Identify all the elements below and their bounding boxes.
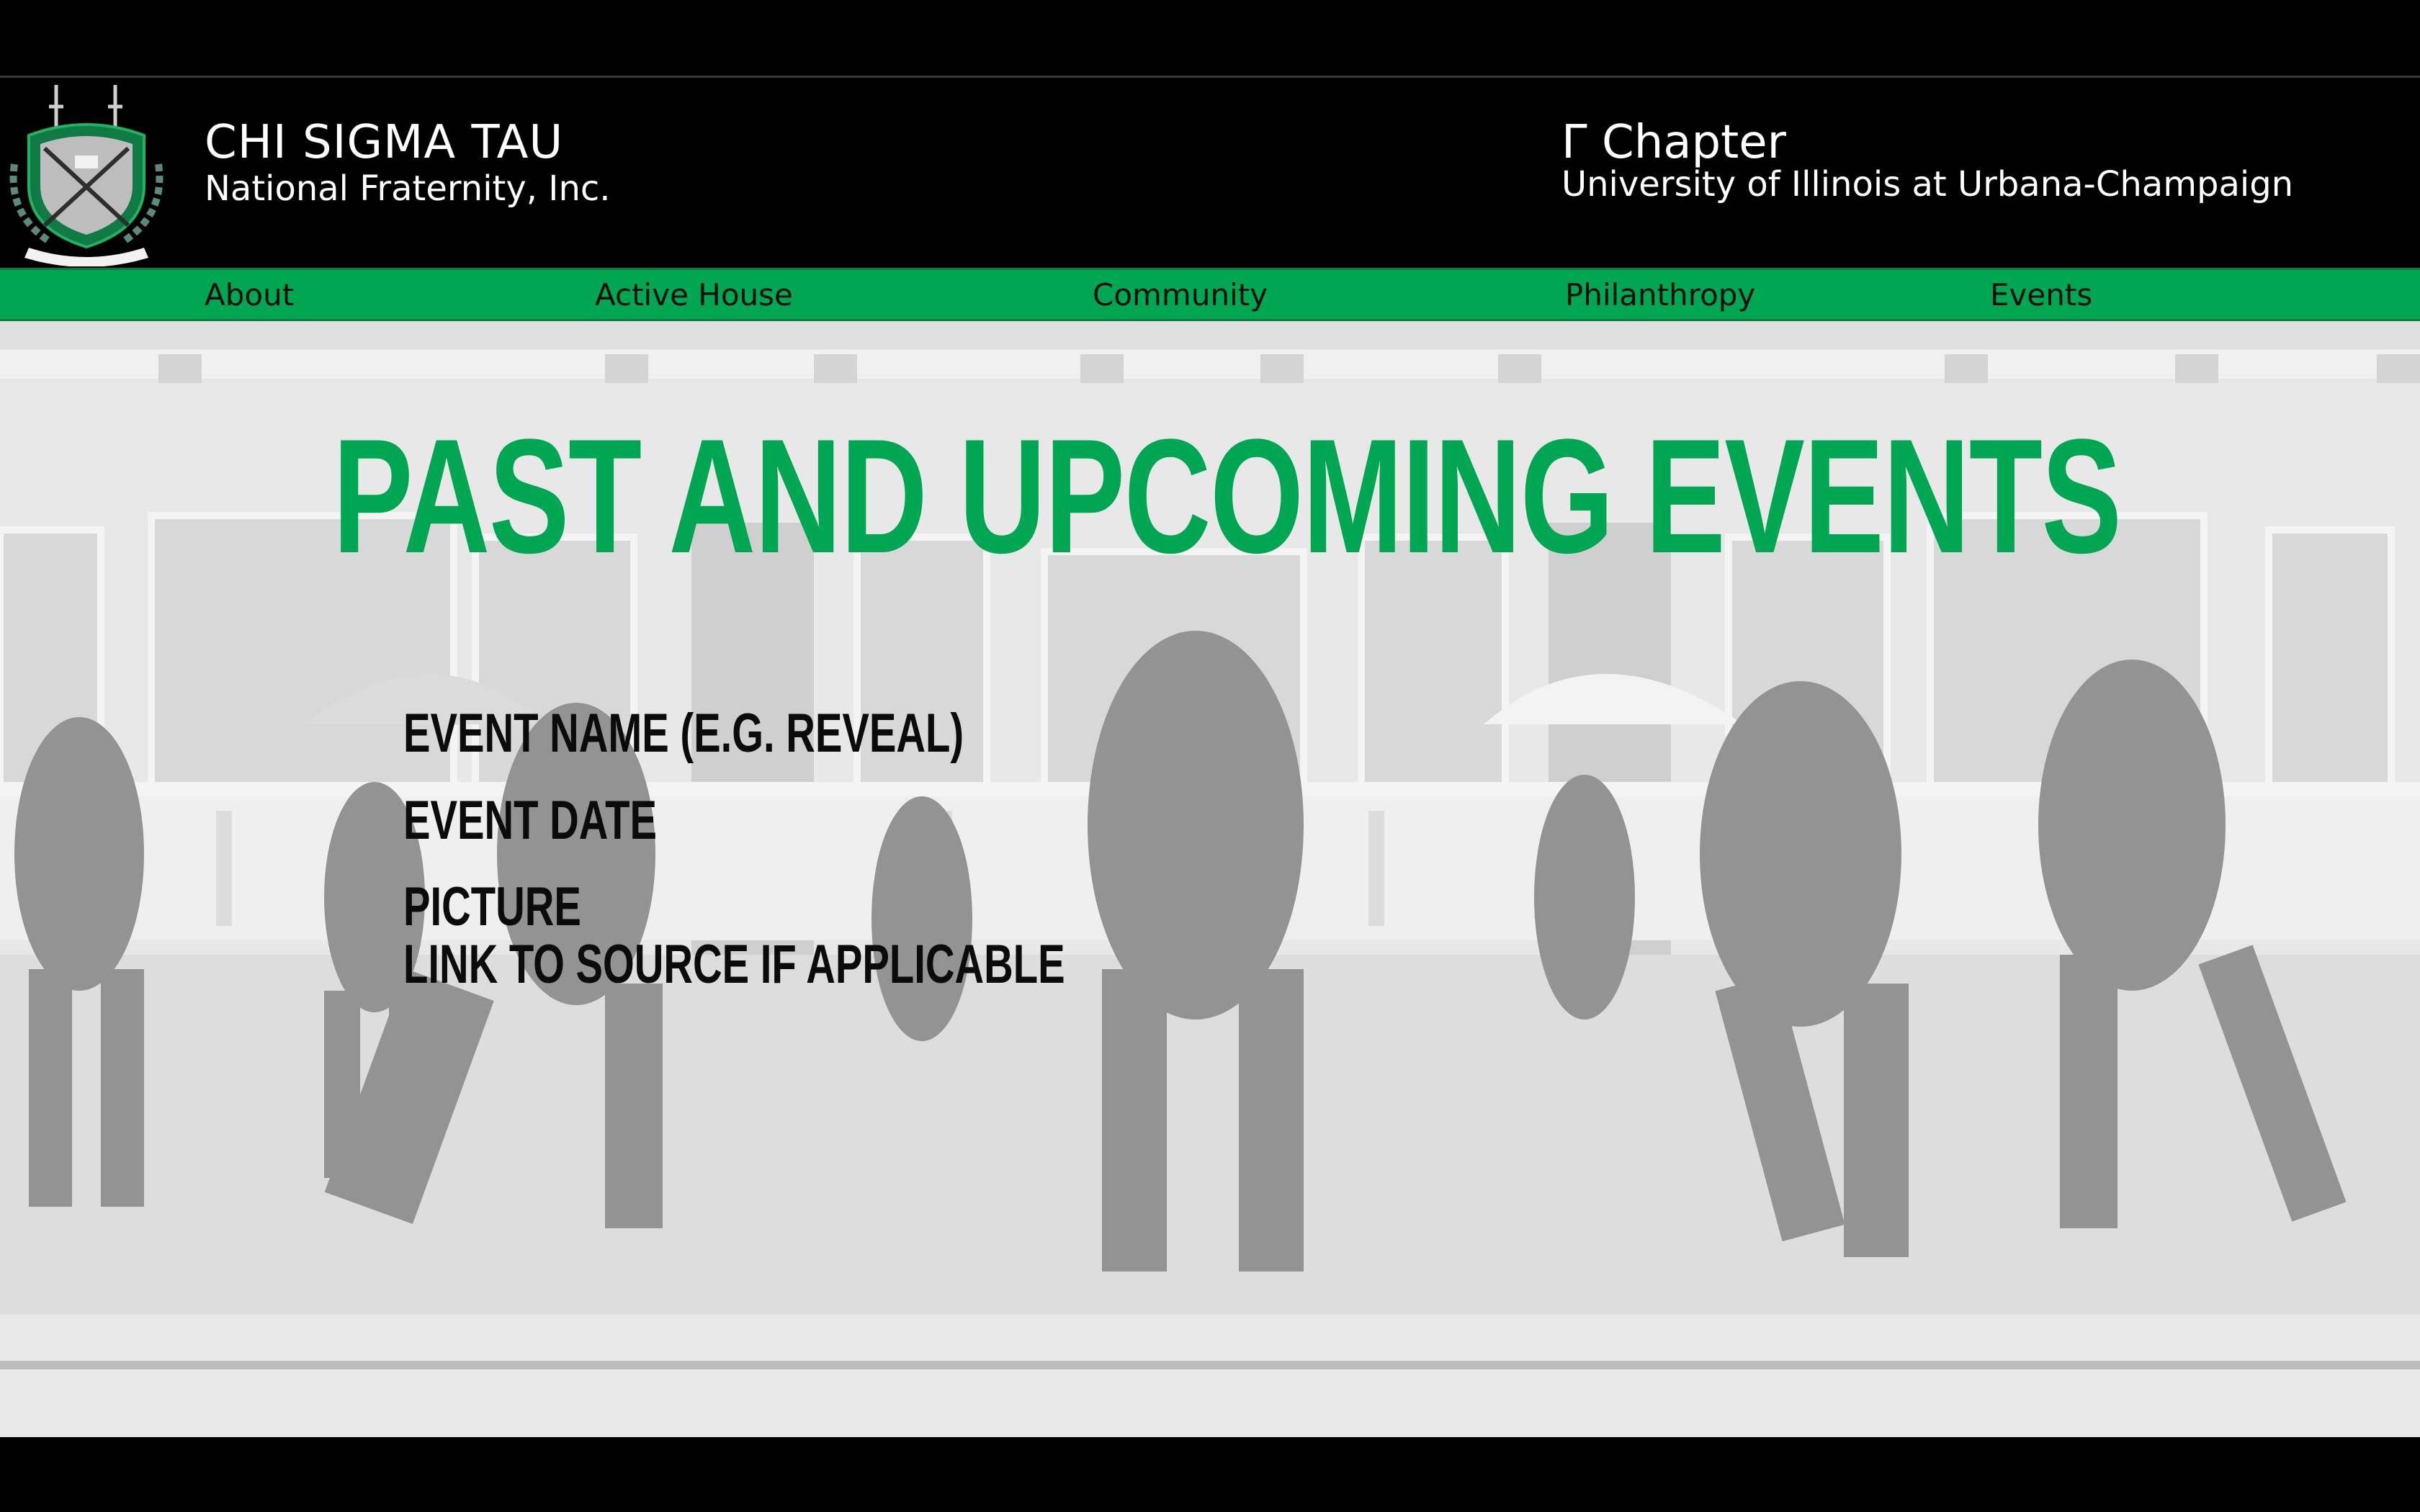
org-subtitle: National Fraternity, Inc. bbox=[205, 168, 611, 209]
events-hero: PAST AND UPCOMING EVENTS EVENT NAME (E.G… bbox=[0, 321, 2420, 1437]
page-title: PAST AND UPCOMING EVENTS bbox=[333, 405, 2122, 587]
event-date: EVENT DATE bbox=[403, 790, 658, 851]
event-source-link[interactable]: LINK TO SOURCE IF APPLICABLE bbox=[403, 937, 1065, 992]
nav-item-about[interactable]: About bbox=[205, 277, 294, 313]
nav-item-community[interactable]: Community bbox=[1093, 277, 1268, 313]
university-name: University of Illinois at Urbana-Champai… bbox=[1561, 164, 2294, 204]
fraternity-crest-icon[interactable] bbox=[0, 78, 173, 266]
event-name: EVENT NAME (E.G. REVEAL) bbox=[403, 703, 964, 764]
main-nav: About Active House Community Philanthrop… bbox=[0, 268, 2420, 321]
page: CHI SIGMA TAU National Fraternity, Inc. … bbox=[0, 0, 2420, 1512]
org-name: CHI SIGMA TAU bbox=[205, 116, 564, 169]
chapter-name: Γ Chapter bbox=[1561, 116, 1786, 169]
event-picture: PICTURE bbox=[403, 876, 581, 937]
nav-item-active-house[interactable]: Active House bbox=[595, 277, 793, 313]
site-header: CHI SIGMA TAU National Fraternity, Inc. … bbox=[0, 76, 2420, 268]
nav-item-philanthropy[interactable]: Philanthropy bbox=[1565, 277, 1755, 313]
nav-item-events[interactable]: Events bbox=[1990, 277, 2092, 313]
